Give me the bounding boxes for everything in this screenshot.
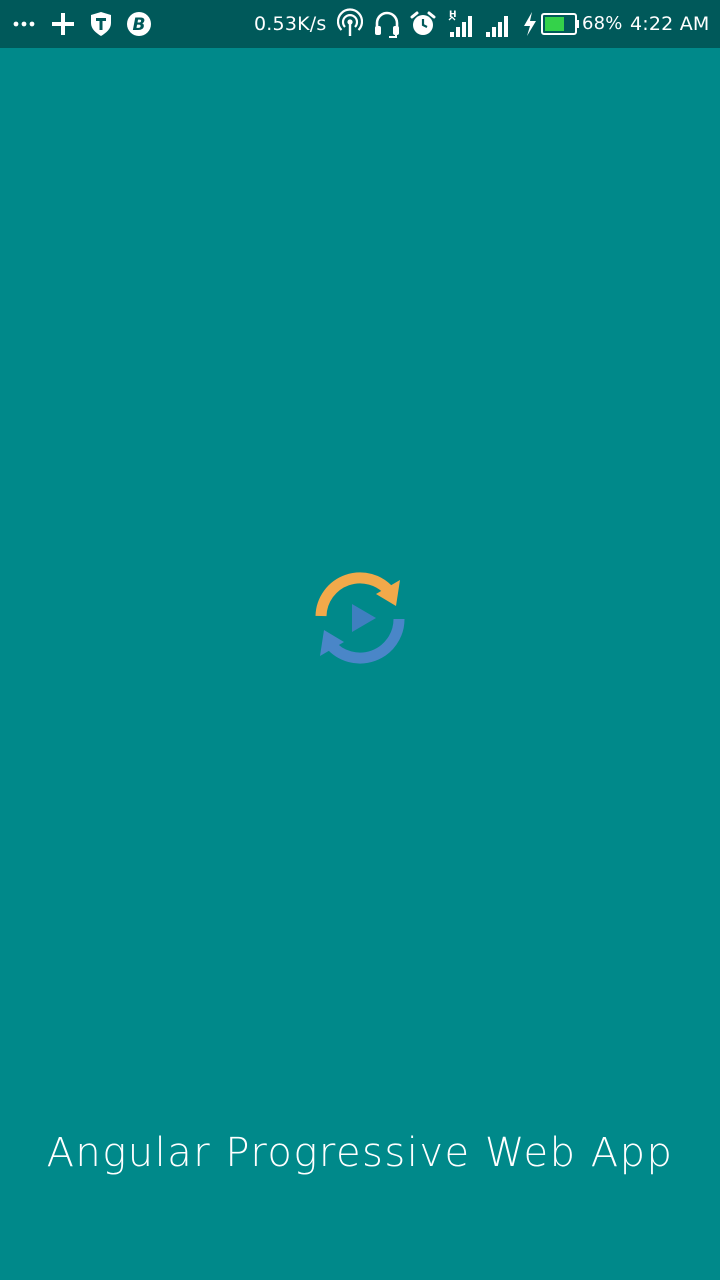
bitcoin-icon: B bbox=[126, 8, 152, 40]
hotspot-icon bbox=[337, 8, 363, 40]
sync-play-logo-icon bbox=[310, 568, 410, 668]
battery-percent: 68% bbox=[582, 13, 623, 34]
network-speed: 0.53K/s bbox=[254, 13, 327, 35]
plus-icon bbox=[50, 8, 76, 40]
charging-icon bbox=[520, 8, 540, 40]
shield-icon bbox=[88, 8, 114, 40]
clock: 4:22 AM bbox=[630, 13, 710, 35]
app-title: Angular Progressive Web App bbox=[46, 1130, 674, 1176]
headphones-icon bbox=[373, 8, 401, 40]
status-bar: B 0.53K/s H 68% 4:22 AM bbox=[0, 0, 720, 48]
battery-icon bbox=[540, 8, 580, 40]
svg-text:B: B bbox=[133, 15, 146, 35]
more-dots-icon bbox=[12, 8, 38, 40]
signal-1-icon: H bbox=[446, 8, 478, 40]
signal-2-icon bbox=[484, 8, 514, 40]
alarm-icon bbox=[409, 8, 437, 40]
